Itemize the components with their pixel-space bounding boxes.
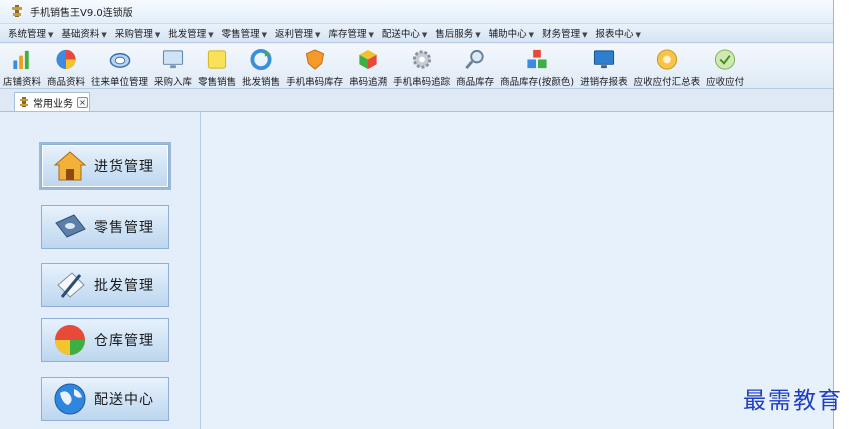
chevron-down-icon: ▼ bbox=[101, 31, 107, 39]
magnifier-icon bbox=[465, 49, 484, 70]
toolbar-stock-report-button[interactable]: 进销存报表 bbox=[577, 44, 631, 88]
pie-chart-icon bbox=[56, 49, 76, 70]
chevron-down-icon: ▼ bbox=[582, 31, 588, 39]
bar-chart-icon bbox=[13, 50, 29, 70]
chevron-down-icon: ▼ bbox=[368, 31, 374, 39]
monitor-icon bbox=[162, 50, 184, 69]
toolbar-purchase-in-button[interactable]: 采购入库 bbox=[151, 44, 195, 88]
watermark-text: 最需教育 bbox=[743, 388, 843, 414]
chevron-down-icon: ▼ bbox=[261, 31, 268, 39]
note-icon bbox=[207, 50, 227, 69]
purchase-management-button[interactable]: 进货管理 bbox=[41, 144, 169, 188]
check-icon bbox=[715, 49, 736, 70]
chevron-down-icon: ▼ bbox=[475, 31, 481, 39]
refresh-icon bbox=[250, 48, 272, 71]
close-icon[interactable]: × bbox=[77, 96, 88, 108]
menu-distribution[interactable]: 配送中心 ▼ bbox=[378, 26, 431, 40]
toolbar-store-info-button[interactable]: 店铺资料 bbox=[0, 44, 44, 88]
menu-purchase[interactable]: 采购管理 ▼ bbox=[111, 26, 164, 40]
disc-icon bbox=[656, 49, 677, 70]
chevron-down-icon: ▼ bbox=[154, 31, 161, 39]
pie-icon bbox=[55, 325, 85, 355]
menu-inventory[interactable]: 库存管理 ▼ bbox=[324, 26, 377, 40]
globe-icon bbox=[54, 383, 86, 415]
card-icon bbox=[55, 214, 86, 238]
pen-note-icon bbox=[57, 272, 85, 298]
menu-finance[interactable]: 财务管理 ▼ bbox=[538, 26, 591, 40]
menu-reports[interactable]: 报表中心 ▼ bbox=[591, 26, 644, 40]
title-bar: 手机销售王V9.0连锁版 bbox=[0, 0, 833, 22]
chevron-down-icon: ▼ bbox=[421, 31, 428, 39]
dial-icon bbox=[109, 53, 130, 68]
chevron-down-icon: ▼ bbox=[48, 31, 54, 39]
menu-system[interactable]: 系统管理 ▼ bbox=[4, 26, 57, 40]
toolbar-ar-ap-summary-button[interactable]: 应收应付汇总表 bbox=[631, 44, 704, 88]
app-logo-icon bbox=[12, 5, 22, 17]
tab-common-business[interactable]: 常用业务 × bbox=[14, 92, 90, 111]
shield-icon bbox=[305, 49, 324, 70]
application-window: 手机销售王V9.0连锁版 系统管理 ▼ 基础资料 ▼ 采购管理 ▼ 批发管理 ▼ 零售管… bbox=[0, 0, 834, 429]
toolbar-ar-ap-button[interactable]: 应收应付 bbox=[703, 44, 747, 88]
blocks-icon bbox=[527, 49, 547, 69]
chevron-down-icon: ▼ bbox=[315, 31, 321, 39]
app-logo-icon bbox=[20, 97, 28, 107]
toolbar-retail-sale-button[interactable]: 零售销售 bbox=[195, 44, 239, 88]
menu-bar: 系统管理 ▼ 基础资料 ▼ 采购管理 ▼ 批发管理 ▼ 零售管理 ▼ 返利管理 ▼ 库存管理… bbox=[0, 23, 833, 43]
menu-rebate[interactable]: 返利管理 ▼ bbox=[271, 26, 324, 40]
menu-wholesale[interactable]: 批发管理 ▼ bbox=[164, 26, 217, 40]
toolbar-product-stock-by-color-button[interactable]: 商品库存(按颜色) bbox=[497, 44, 577, 88]
retail-management-button[interactable]: 零售管理 bbox=[41, 205, 169, 249]
toolbar: 店铺资料 商品资料 往来单位管理 采购入库 零售销售 批发销售 手机串码库存 串… bbox=[0, 44, 833, 89]
toolbar-imei-stock-button[interactable]: 手机串码库存 bbox=[283, 44, 346, 88]
chevron-down-icon: ▼ bbox=[208, 31, 214, 39]
business-sidebar: 进货管理 零售管理 批发管理 仓库管理 配送中心 bbox=[0, 112, 201, 429]
window-title: 手机销售王V9.0连锁版 bbox=[30, 7, 133, 19]
warehouse-management-button[interactable]: 仓库管理 bbox=[41, 318, 169, 362]
toolbar-wholesale-sale-button[interactable]: 批发销售 bbox=[239, 44, 283, 88]
chevron-down-icon: ▼ bbox=[528, 31, 535, 39]
tab-bar: 常用业务 × bbox=[0, 89, 833, 112]
chevron-down-icon: ▼ bbox=[635, 31, 641, 39]
menu-after-sales[interactable]: 售后服务 ▼ bbox=[431, 26, 484, 40]
menu-assist[interactable]: 辅助中心 ▼ bbox=[485, 26, 538, 40]
wholesale-management-button[interactable]: 批发管理 bbox=[41, 263, 169, 307]
toolbar-imei-track-button[interactable]: 手机串码追踪 bbox=[390, 44, 453, 88]
toolbar-imei-trace-button[interactable]: 串码追溯 bbox=[346, 44, 390, 88]
menu-basic-data[interactable]: 基础资料 ▼ bbox=[57, 26, 110, 40]
toolbar-product-info-button[interactable]: 商品资料 bbox=[44, 44, 88, 88]
toolbar-partners-button[interactable]: 往来单位管理 bbox=[88, 44, 151, 88]
tab-label: 常用业务 bbox=[33, 98, 73, 110]
gear-icon bbox=[412, 50, 431, 69]
main-workspace bbox=[201, 112, 833, 429]
cube-icon bbox=[359, 49, 377, 70]
toolbar-product-stock-button[interactable]: 商品库存 bbox=[453, 44, 497, 88]
distribution-center-button[interactable]: 配送中心 bbox=[41, 377, 169, 421]
menu-retail[interactable]: 零售管理 ▼ bbox=[218, 26, 271, 40]
house-icon bbox=[53, 151, 87, 181]
display-icon bbox=[593, 50, 614, 69]
